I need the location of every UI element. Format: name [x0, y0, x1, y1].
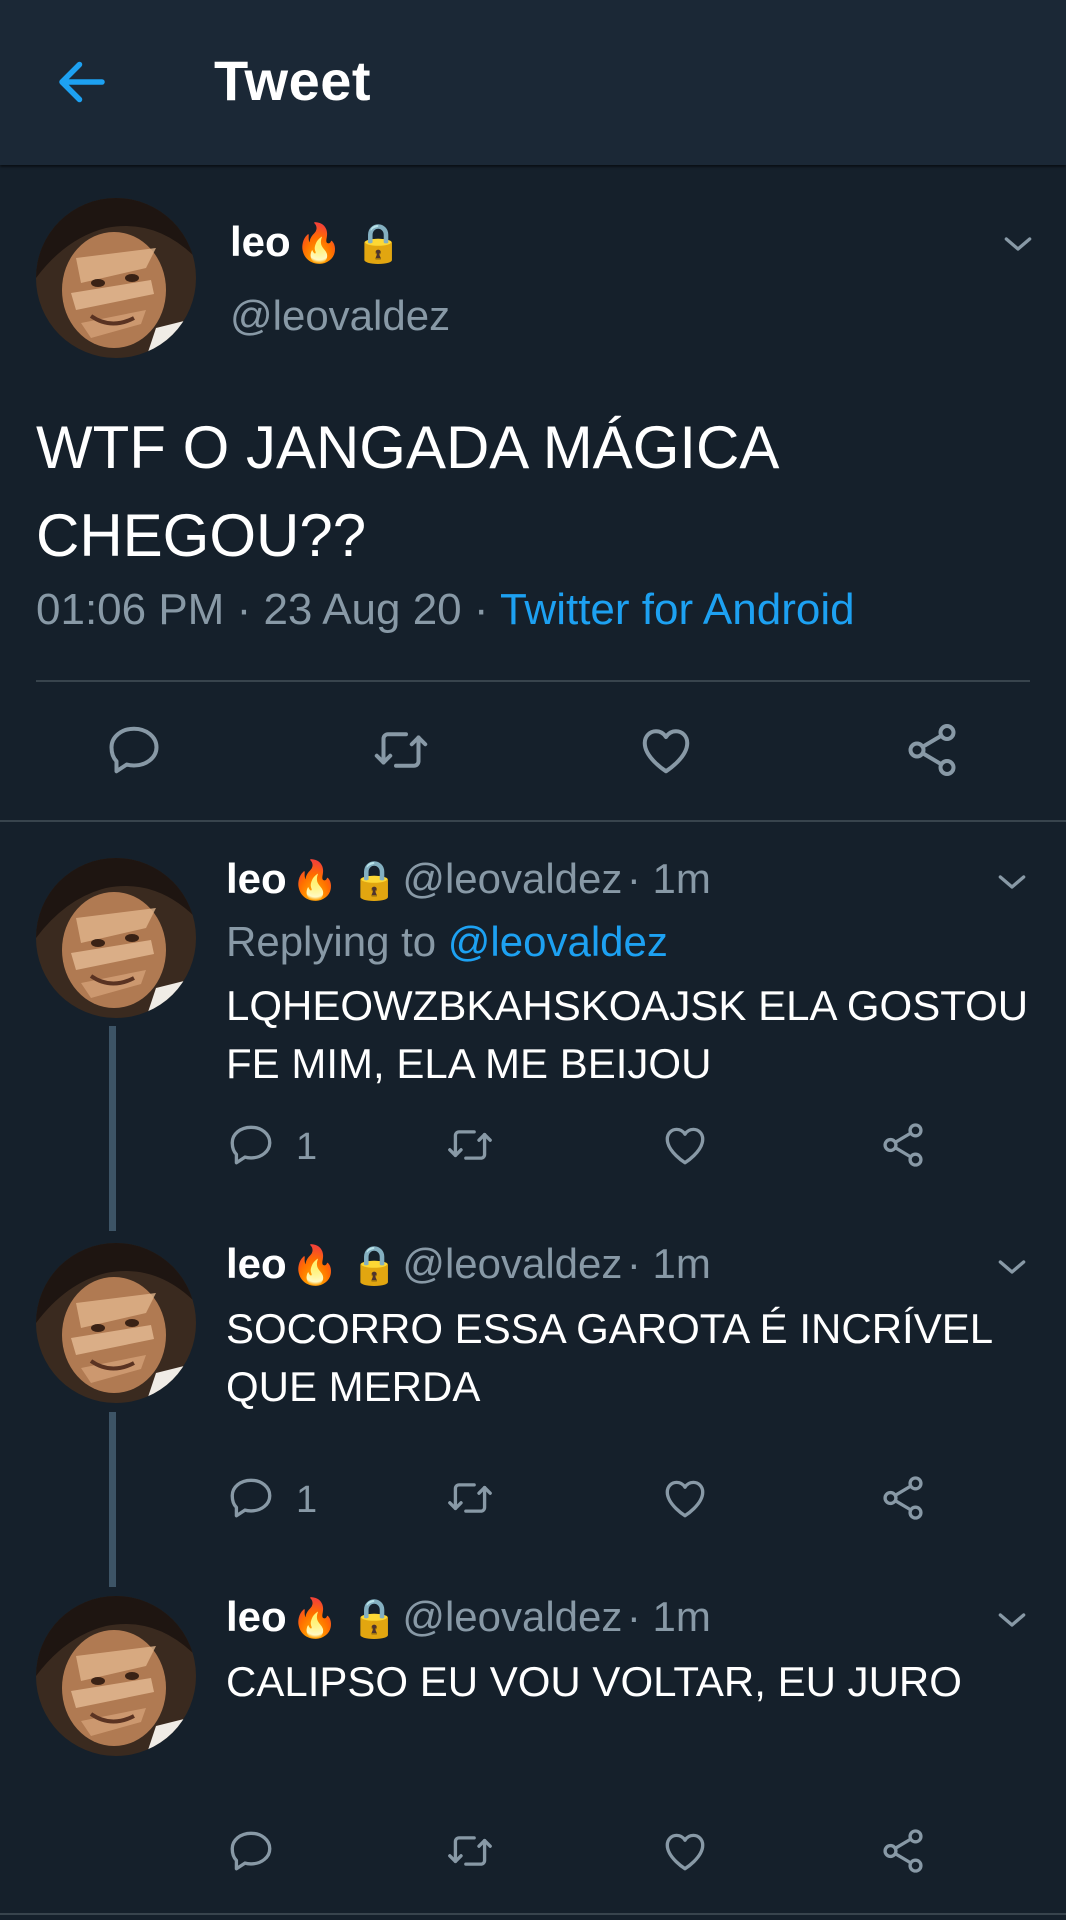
divider — [0, 1913, 1066, 1915]
chevron-down-icon[interactable] — [998, 224, 1038, 264]
tweet-date: 23 Aug 20 — [263, 585, 462, 634]
tweet-meta: 01:06 PM · 23 Aug 20 · Twitter for Andro… — [36, 585, 855, 635]
tweet-text: WTF O JANGADA MÁGICA CHEGOU?? — [36, 404, 1036, 580]
reply-text-line: SOCORRO ESSA GAROTA É INCRÍVEL — [226, 1305, 994, 1352]
tweet-time: 01:06 PM — [36, 585, 225, 634]
reply-header: leo 🔥 🔒 @leovaldez · 1m — [226, 1593, 711, 1641]
avatar[interactable] — [36, 858, 196, 1018]
chevron-down-icon[interactable] — [992, 1600, 1032, 1640]
reply-text: CALIPSO EU VOU VOLTAR, EU JURO — [226, 1653, 1066, 1711]
share-icon[interactable] — [878, 1473, 928, 1528]
reply-text-line: LQHEOWZBKAHSKOAJSK ELA GOSTOU — [226, 982, 1029, 1029]
retweet-icon[interactable] — [370, 720, 432, 785]
reply-header: leo 🔥 🔒 @leovaldez · 1m — [226, 1240, 711, 1288]
reply-age: · 1m — [626, 1240, 711, 1287]
reply-age: · 1m — [626, 1593, 711, 1640]
share-icon[interactable] — [878, 1826, 928, 1881]
author-name[interactable]: leo — [226, 1593, 287, 1640]
reply-count: 1 — [296, 1479, 318, 1521]
chevron-down-icon[interactable] — [992, 862, 1032, 902]
author-handle[interactable]: @leovaldez — [402, 1240, 622, 1287]
avatar[interactable] — [36, 198, 196, 358]
speech-bubble-icon[interactable] — [226, 1120, 276, 1175]
reply-text: LQHEOWZBKAHSKOAJSK ELA GOSTOU FE MIM, EL… — [226, 977, 1066, 1093]
replying-to: Replying to @leovaldez — [226, 918, 668, 966]
heart-icon[interactable] — [660, 1473, 710, 1528]
share-icon[interactable] — [902, 720, 962, 785]
author-handle[interactable]: @leovaldez — [230, 292, 450, 340]
avatar[interactable] — [36, 1243, 196, 1403]
divider — [0, 820, 1066, 822]
replying-to-label: Replying to — [226, 918, 448, 965]
speech-bubble-icon[interactable] — [104, 720, 164, 785]
reply-text-line: QUE MERDA — [226, 1363, 481, 1410]
retweet-icon[interactable] — [444, 1473, 496, 1528]
author-handle[interactable]: @leovaldez — [402, 1593, 622, 1640]
thread-connector — [109, 1412, 116, 1587]
share-icon[interactable] — [878, 1120, 928, 1175]
replying-to-link[interactable]: @leovaldez — [448, 918, 668, 965]
retweet-icon[interactable] — [444, 1120, 496, 1175]
arrow-left-icon[interactable] — [52, 52, 112, 112]
author-row: leo 🔥 🔒 — [230, 218, 402, 266]
author-emojis: 🔥 🔒 — [291, 1243, 398, 1287]
reply-text: SOCORRO ESSA GAROTA É INCRÍVEL QUE MERDA — [226, 1300, 1066, 1416]
tweet-text-line: CHEGOU?? — [36, 502, 367, 569]
author-emojis: 🔥 🔒 — [291, 1596, 398, 1640]
chevron-down-icon[interactable] — [992, 1247, 1032, 1287]
tweet-source-link[interactable]: Twitter for Android — [500, 585, 855, 634]
author-name[interactable]: leo — [230, 218, 291, 265]
heart-icon[interactable] — [660, 1826, 710, 1881]
reply-count: 1 — [296, 1126, 318, 1168]
heart-icon[interactable] — [636, 720, 696, 785]
author-emojis: 🔥 🔒 — [295, 221, 402, 265]
reply-age: · 1m — [626, 855, 711, 902]
reply-text-line: CALIPSO EU VOU VOLTAR, EU JURO — [226, 1658, 962, 1705]
speech-bubble-icon[interactable] — [226, 1473, 276, 1528]
top-app-bar: Tweet — [0, 0, 1066, 165]
reply-header: leo 🔥 🔒 @leovaldez · 1m — [226, 855, 711, 903]
author-handle[interactable]: @leovaldez — [402, 855, 622, 902]
meta-separator: · — [461, 585, 500, 634]
thread-connector — [109, 1026, 116, 1231]
speech-bubble-icon[interactable] — [226, 1826, 276, 1881]
heart-icon[interactable] — [660, 1120, 710, 1175]
divider — [36, 680, 1030, 682]
tweet-text-line: WTF O JANGADA MÁGICA — [36, 414, 780, 481]
meta-separator: · — [224, 585, 264, 634]
retweet-icon[interactable] — [444, 1826, 496, 1881]
author-name[interactable]: leo — [226, 1240, 287, 1287]
page-title: Tweet — [214, 49, 372, 112]
avatar[interactable] — [36, 1596, 196, 1756]
author-name[interactable]: leo — [226, 855, 287, 902]
reply-text-line: FE MIM, ELA ME BEIJOU — [226, 1040, 712, 1087]
author-emojis: 🔥 🔒 — [291, 858, 398, 902]
